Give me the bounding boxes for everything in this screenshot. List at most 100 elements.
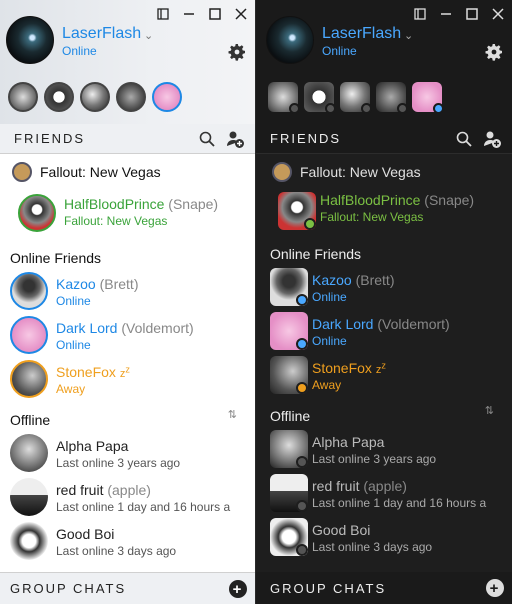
away-moon-icon bbox=[296, 382, 308, 394]
recent-avatar[interactable] bbox=[80, 82, 110, 112]
friend-name[interactable]: Good Boi bbox=[56, 526, 114, 542]
recent-avatar[interactable] bbox=[116, 82, 146, 112]
add-friend-icon[interactable] bbox=[482, 129, 502, 149]
group-chats-bar[interactable]: GROUP CHATS + bbox=[0, 572, 255, 604]
group-chats-bar[interactable]: GROUP CHATS + bbox=[256, 572, 512, 604]
offline-dot-icon bbox=[361, 103, 372, 114]
sort-icon[interactable]: ⇅ bbox=[485, 404, 494, 417]
offline-dot-icon bbox=[296, 544, 308, 556]
user-avatar[interactable] bbox=[266, 16, 314, 64]
gear-icon[interactable] bbox=[227, 42, 247, 62]
friend-status: Online bbox=[312, 334, 347, 348]
recent-avatar[interactable] bbox=[268, 82, 300, 114]
game-title: Fallout: New Vegas bbox=[300, 164, 421, 180]
friend-avatar[interactable] bbox=[18, 194, 56, 232]
add-friend-icon[interactable] bbox=[225, 129, 245, 149]
friend-avatar[interactable] bbox=[10, 478, 48, 516]
friend-last-online: Last online 3 years ago bbox=[312, 452, 437, 466]
game-icon bbox=[12, 162, 32, 182]
friend-avatar[interactable] bbox=[270, 268, 308, 306]
friends-window-light: LaserFlash ⌄ Online FRIENDS Fallout: New… bbox=[0, 0, 256, 604]
group-chats-label: GROUP CHATS bbox=[270, 580, 387, 596]
friend-avatar[interactable] bbox=[10, 360, 48, 398]
sort-icon[interactable]: ⇅ bbox=[228, 408, 237, 421]
friend-name[interactable]: Alpha Papa bbox=[56, 438, 128, 454]
online-dot-icon bbox=[296, 338, 308, 350]
game-icon bbox=[272, 162, 292, 182]
add-group-chat-icon[interactable]: + bbox=[486, 579, 504, 597]
friend-name[interactable]: StoneFox zz bbox=[312, 360, 386, 376]
zzz-icon: zz bbox=[119, 364, 130, 380]
recent-avatar[interactable] bbox=[152, 82, 182, 112]
recent-chats bbox=[268, 82, 444, 114]
friend-game: Fallout: New Vegas bbox=[320, 210, 424, 224]
friend-name[interactable]: Kazoo (Brett) bbox=[312, 272, 394, 288]
add-group-chat-icon[interactable]: + bbox=[229, 580, 247, 598]
recent-avatar[interactable] bbox=[412, 82, 444, 114]
friend-name[interactable]: red fruit (apple) bbox=[312, 478, 407, 494]
gear-icon[interactable] bbox=[484, 42, 504, 62]
offline-dot-icon bbox=[296, 456, 308, 468]
offline-section-title: Offline bbox=[10, 412, 51, 428]
recent-avatar[interactable] bbox=[376, 82, 408, 114]
close-icon[interactable] bbox=[233, 6, 249, 22]
friend-avatar[interactable] bbox=[10, 522, 48, 560]
friend-status: Online bbox=[312, 290, 347, 304]
minimize-icon[interactable] bbox=[181, 6, 197, 22]
maximize-icon[interactable] bbox=[464, 6, 480, 22]
minimize-window-icon[interactable] bbox=[412, 6, 428, 22]
chevron-down-icon[interactable]: ⌄ bbox=[144, 29, 153, 42]
close-icon[interactable] bbox=[490, 6, 506, 22]
friend-avatar[interactable] bbox=[270, 430, 308, 468]
friend-name[interactable]: Good Boi bbox=[312, 522, 370, 538]
friend-avatar[interactable] bbox=[270, 356, 308, 394]
window-controls bbox=[412, 6, 506, 22]
friend-avatar[interactable] bbox=[10, 316, 48, 354]
friend-last-online: Last online 1 day and 16 hours a bbox=[56, 500, 231, 514]
friend-name[interactable]: red fruit (apple) bbox=[56, 482, 151, 498]
friend-name[interactable]: Dark Lord (Voldemort) bbox=[312, 316, 450, 332]
friend-avatar[interactable] bbox=[270, 474, 308, 512]
chevron-down-icon[interactable]: ⌄ bbox=[404, 29, 413, 42]
minimize-window-icon[interactable] bbox=[155, 6, 171, 22]
friend-avatar[interactable] bbox=[10, 434, 48, 472]
search-icon[interactable] bbox=[456, 131, 472, 147]
group-chats-label: GROUP CHATS bbox=[10, 581, 127, 596]
friend-name[interactable]: StoneFox zz bbox=[56, 364, 130, 380]
friend-status: Online bbox=[56, 338, 91, 352]
friend-last-online: Last online 1 day and 16 hours a bbox=[312, 496, 487, 510]
recent-avatar[interactable] bbox=[340, 82, 372, 114]
recent-chats bbox=[8, 82, 182, 112]
friend-avatar[interactable] bbox=[10, 272, 48, 310]
offline-dot-icon bbox=[325, 103, 336, 114]
friend-avatar[interactable] bbox=[270, 518, 308, 556]
minimize-icon[interactable] bbox=[438, 6, 454, 22]
recent-avatar[interactable] bbox=[44, 82, 74, 112]
offline-dot-icon bbox=[397, 103, 408, 114]
user-name[interactable]: LaserFlash bbox=[322, 25, 401, 43]
user-name[interactable]: LaserFlash bbox=[62, 25, 141, 43]
game-title: Fallout: New Vegas bbox=[40, 164, 161, 180]
recent-avatar[interactable] bbox=[8, 82, 38, 112]
recent-avatar[interactable] bbox=[304, 82, 336, 114]
online-section-title: Online Friends bbox=[10, 250, 102, 266]
in-game-dot-icon bbox=[304, 218, 316, 230]
friend-name[interactable]: Alpha Papa bbox=[312, 434, 384, 450]
friend-avatar[interactable] bbox=[270, 312, 308, 350]
friend-avatar[interactable] bbox=[278, 192, 316, 230]
offline-section-title: Offline bbox=[270, 408, 311, 424]
online-dot-icon bbox=[296, 294, 308, 306]
friend-name[interactable]: Kazoo (Brett) bbox=[56, 276, 138, 292]
friend-name[interactable]: HalfBloodPrince (Snape) bbox=[64, 196, 218, 212]
friend-name[interactable]: Dark Lord (Voldemort) bbox=[56, 320, 194, 336]
maximize-icon[interactable] bbox=[207, 6, 223, 22]
friend-game: Fallout: New Vegas bbox=[64, 214, 168, 228]
friends-window-dark: LaserFlash ⌄ Online FRIENDS Fallout: New… bbox=[256, 0, 512, 604]
user-avatar[interactable] bbox=[6, 16, 54, 64]
friends-label: FRIENDS bbox=[14, 131, 86, 146]
zzz-icon: zz bbox=[375, 360, 386, 376]
friend-name[interactable]: HalfBloodPrince (Snape) bbox=[320, 192, 474, 208]
online-dot-icon bbox=[433, 103, 444, 114]
search-icon[interactable] bbox=[199, 131, 215, 147]
friends-label: FRIENDS bbox=[270, 131, 342, 146]
